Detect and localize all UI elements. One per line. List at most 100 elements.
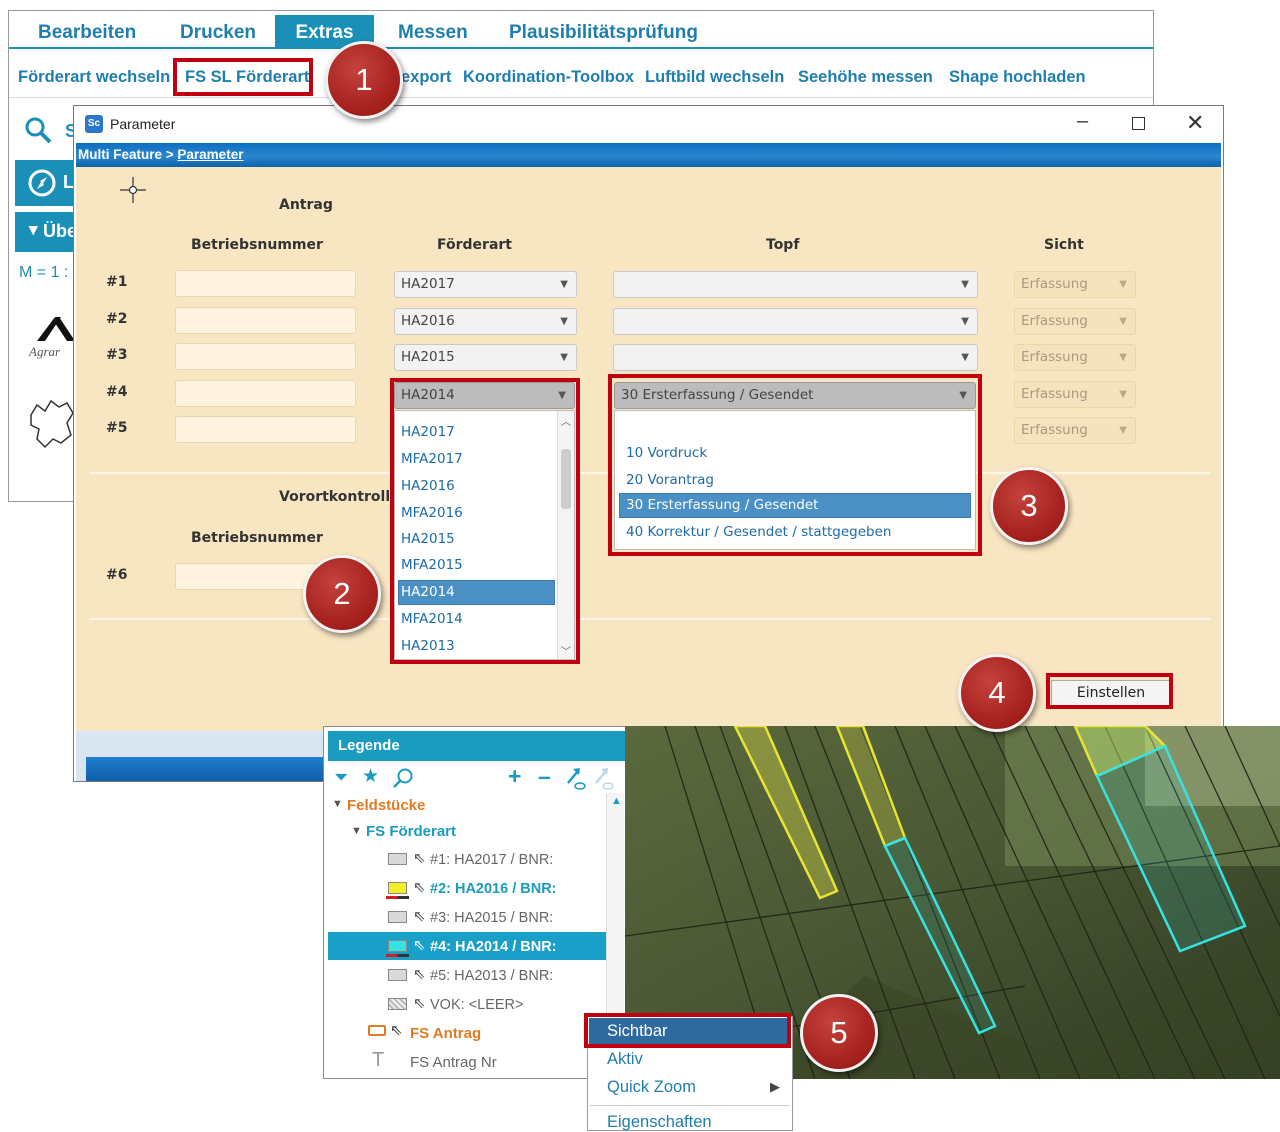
- scroll-up-icon[interactable]: ▲: [611, 795, 622, 807]
- tree-item-layer[interactable]: VOK: <LEER>: [430, 997, 524, 1013]
- foerderart-select-3[interactable]: HA2015 ▼: [394, 344, 577, 371]
- topf-select-2[interactable]: ▼: [613, 308, 978, 335]
- toolbar-shape-hochladen[interactable]: Shape hochladen: [949, 68, 1086, 87]
- scale-label: M = 1 :: [19, 264, 69, 281]
- select-value: HA2017: [401, 276, 455, 292]
- tree-item-layer[interactable]: #5: HA2013 / BNR:: [430, 968, 553, 984]
- search-icon[interactable]: [392, 767, 414, 789]
- toolbar-divider: [9, 97, 1153, 98]
- chevron-down-icon: ▼: [1119, 425, 1127, 436]
- betriebsnummer-input-2[interactable]: [175, 307, 356, 334]
- sicht-select-4: Erfassung ▼: [1014, 381, 1136, 408]
- step-badge-2: 2: [303, 555, 381, 633]
- select-value: HA2016: [401, 313, 455, 329]
- visibility-arrow-icon[interactable]: [564, 765, 590, 791]
- hidden-arrow-icon[interactable]: [592, 765, 618, 791]
- betriebsnummer-input-4[interactable]: [175, 380, 356, 407]
- star-icon[interactable]: ★: [362, 765, 379, 788]
- nav-panel-button[interactable]: L: [15, 160, 75, 206]
- chevron-down-icon: ▼: [961, 352, 969, 363]
- sicht-select-5: Erfassung ▼: [1014, 417, 1136, 444]
- austria-map-icon: [30, 399, 74, 449]
- context-divider: [590, 1105, 790, 1106]
- select-value: Erfassung: [1021, 276, 1088, 292]
- dialog-title: Parameter: [110, 116, 176, 132]
- foerderart-select-2[interactable]: HA2016 ▼: [394, 308, 577, 335]
- tree-item-layer[interactable]: #4: HA2014 / BNR:: [430, 939, 557, 955]
- betriebsnummer-input-3[interactable]: [175, 343, 356, 370]
- sicht-select-3: Erfassung ▼: [1014, 344, 1136, 371]
- tree-item-layer[interactable]: #1: HA2017 / BNR:: [430, 852, 553, 868]
- chevron-down-icon[interactable]: ▼: [332, 798, 343, 810]
- breadcrumb-current[interactable]: Parameter: [177, 147, 243, 162]
- toolbar-seehoehe-messen[interactable]: Seehöhe messen: [798, 68, 933, 87]
- betriebsnummer-input-5[interactable]: [175, 416, 356, 443]
- toolbar-export[interactable]: export: [401, 68, 451, 87]
- context-item-quick-zoom[interactable]: Quick Zoom: [607, 1078, 696, 1097]
- legend-title: Legende: [328, 731, 626, 761]
- menu-plausibilitaetspruefung[interactable]: Plausibilitätsprüfung: [501, 15, 706, 49]
- layer-swatch-underline: [386, 896, 409, 899]
- breadcrumb-root[interactable]: Multi Feature: [78, 147, 162, 162]
- chevron-down-icon: ▼: [961, 316, 969, 327]
- breadcrumb-separator: >: [162, 147, 178, 162]
- vok-row-label: #6: [106, 567, 128, 583]
- overview-panel-header[interactable]: ▾ Übe: [15, 212, 78, 252]
- context-item-aktiv[interactable]: Aktiv: [607, 1050, 643, 1069]
- cursor-icon: ⇖: [413, 995, 426, 1012]
- crosshair-icon: [120, 177, 146, 203]
- minimize-icon[interactable]: –: [1077, 110, 1088, 133]
- highlight-sichtbar: [584, 1013, 791, 1048]
- section-antrag: Antrag: [279, 197, 333, 213]
- menu-messen[interactable]: Messen: [390, 15, 476, 49]
- text-layer-icon: T: [372, 1049, 385, 1071]
- chevron-down-icon[interactable]: ▼: [351, 825, 362, 837]
- highlight-einstellen: [1046, 673, 1173, 709]
- select-value: Erfassung: [1021, 386, 1088, 402]
- toolbar-koordination-toolbox[interactable]: Koordination-Toolbox: [463, 68, 634, 87]
- filter-icon[interactable]: ⏷: [334, 767, 348, 788]
- context-item-eigenschaften[interactable]: Eigenschaften: [607, 1113, 712, 1132]
- highlight-topf-dropdown: [608, 374, 982, 556]
- step-badge-5: 5: [800, 994, 878, 1072]
- step-badge-3: 3: [990, 467, 1068, 545]
- select-value: Erfassung: [1021, 422, 1088, 438]
- row-label: #4: [106, 384, 128, 400]
- layer-swatch: [388, 853, 407, 865]
- vok-col-betriebsnummer: Betriebsnummer: [191, 530, 323, 546]
- topf-select-1[interactable]: ▼: [613, 271, 978, 298]
- tree-group-fs-foerderart[interactable]: FS Förderart: [366, 823, 456, 840]
- chevron-down-icon: ▼: [560, 279, 568, 290]
- close-icon[interactable]: ✕: [1186, 110, 1204, 136]
- menu-bearbeiten[interactable]: Bearbeiten: [30, 15, 144, 49]
- tree-group-feldstuecke[interactable]: Feldstücke: [347, 797, 425, 814]
- chevron-down-icon: ▾: [29, 220, 38, 239]
- tree-item-fs-antrag-nr[interactable]: FS Antrag Nr: [410, 1054, 497, 1071]
- cursor-icon: ⇖: [413, 850, 426, 867]
- breadcrumb: Multi Feature > Parameter: [76, 143, 1221, 167]
- toolbar-luftbild-wechseln[interactable]: Luftbild wechseln: [645, 68, 784, 87]
- search-icon[interactable]: [23, 115, 53, 145]
- remove-icon[interactable]: –: [538, 763, 551, 790]
- add-icon[interactable]: +: [508, 763, 521, 790]
- toolbar-foerderart-wechseln[interactable]: Förderart wechseln: [18, 68, 170, 87]
- row-label: #1: [106, 274, 128, 290]
- tree-item-fs-antrag[interactable]: FS Antrag: [410, 1025, 481, 1042]
- betriebsnummer-input-1[interactable]: [175, 270, 356, 297]
- maximize-icon[interactable]: [1132, 117, 1145, 130]
- col-betriebsnummer: Betriebsnummer: [191, 237, 323, 253]
- tree-item-layer[interactable]: #3: HA2015 / BNR:: [430, 910, 553, 926]
- chevron-down-icon: ▼: [560, 352, 568, 363]
- topf-select-3[interactable]: ▼: [613, 344, 978, 371]
- dialog-titlebar: Sc Parameter – ✕: [74, 106, 1223, 142]
- sicht-select-1: Erfassung ▼: [1014, 271, 1136, 298]
- menu-drucken[interactable]: Drucken: [172, 15, 264, 49]
- overview-label: Übe: [43, 221, 78, 241]
- chevron-down-icon: ▼: [1119, 389, 1127, 400]
- menu-bar: Bearbeiten Drucken Extras Messen Plausib…: [9, 11, 1153, 49]
- step-badge-1: 1: [325, 41, 403, 119]
- tree-item-layer[interactable]: #2: HA2016 / BNR:: [430, 881, 557, 897]
- chevron-down-icon: ▼: [1119, 352, 1127, 363]
- foerderart-select-1[interactable]: HA2017 ▼: [394, 271, 577, 298]
- row-label: #2: [106, 311, 128, 327]
